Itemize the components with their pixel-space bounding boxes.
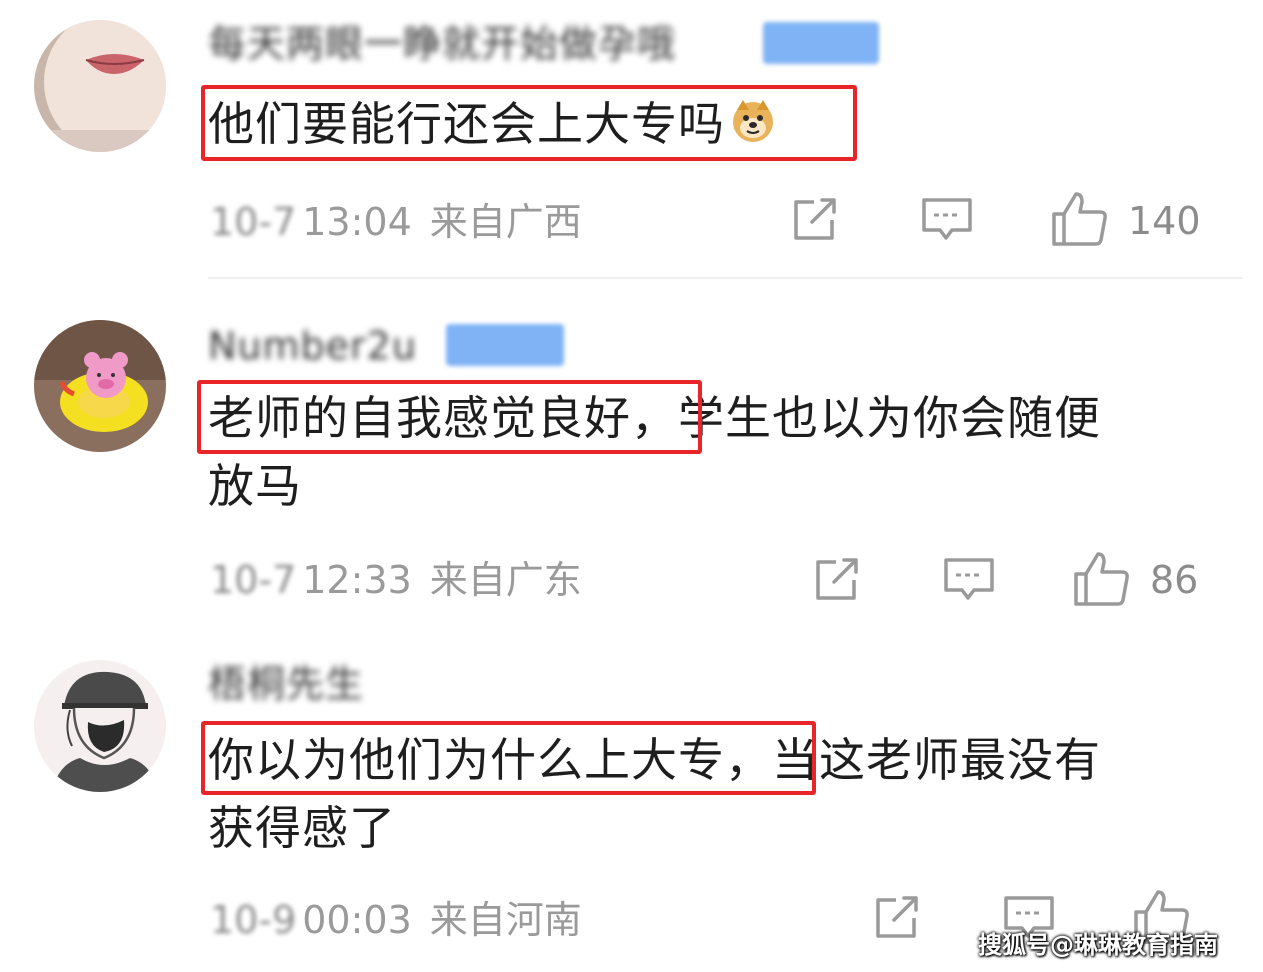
avatar[interactable] (34, 320, 166, 452)
highlight-box (201, 721, 816, 795)
avatar[interactable] (34, 20, 166, 152)
comment-text-line-2: 获得感了 (208, 801, 396, 855)
comment-location: 来自河南 (429, 898, 582, 942)
comment-location: 来自广东 (429, 558, 582, 602)
comment-1: 每天两眼一睁就开始做孕哦 他们要能行还会上大专吗 10-713:04来自广西 (0, 0, 1263, 280)
comment-2: Number2u 老师的自我感觉良好，学生也以为你会随便 放马 10-7 12:3… (0, 280, 1263, 630)
highlight-box (197, 380, 702, 454)
comment-time: 12:33 (302, 558, 412, 602)
comment-icon[interactable] (942, 556, 998, 610)
comment-meta: 10-7 13:04 来自广西 (210, 198, 582, 246)
highlight-box (201, 85, 857, 161)
user-badge (763, 22, 879, 64)
comment-date: 10-7 (210, 200, 297, 244)
share-icon[interactable] (872, 894, 924, 946)
comment-text-rest: 当这老师最没有 (772, 733, 1101, 787)
username[interactable]: Number2u (208, 324, 417, 368)
username[interactable]: 梧桐先生 (208, 662, 364, 706)
comment-text-rest: 学生也以为你会随便 (678, 391, 1101, 445)
comment-time: 13:04 (302, 200, 412, 244)
comment-meta: 10-7 12:33 来自广东 (210, 556, 582, 604)
thumbs-up-icon[interactable] (1050, 190, 1110, 252)
divider (208, 277, 1243, 279)
like-count: 86 (1150, 558, 1199, 602)
username[interactable]: 每天两眼一睁就开始做孕哦 (208, 22, 676, 66)
user-badge (446, 324, 564, 366)
comment-icon[interactable] (920, 196, 976, 250)
comment-3: 梧桐先生 你以为他们为什么上大专，当这老师最没有 获得感了 10-9 00:03 来… (0, 630, 1263, 972)
thumbs-up-icon[interactable] (1072, 550, 1132, 612)
share-icon[interactable] (812, 556, 864, 608)
comment-text-line-2: 放马 (208, 459, 302, 513)
comment-location: 来自广西 (429, 200, 582, 244)
comment-date: 10-7 (210, 558, 297, 602)
share-icon[interactable] (790, 196, 842, 248)
watermark: 搜狐号@琳琳教育指南 (978, 931, 1218, 959)
avatar[interactable] (34, 660, 166, 792)
comment-meta: 10-9 00:03 来自河南 (210, 896, 582, 944)
comment-time: 00:03 (302, 898, 412, 942)
comment-date: 10-9 (210, 898, 297, 942)
like-count: 140 (1128, 199, 1201, 243)
